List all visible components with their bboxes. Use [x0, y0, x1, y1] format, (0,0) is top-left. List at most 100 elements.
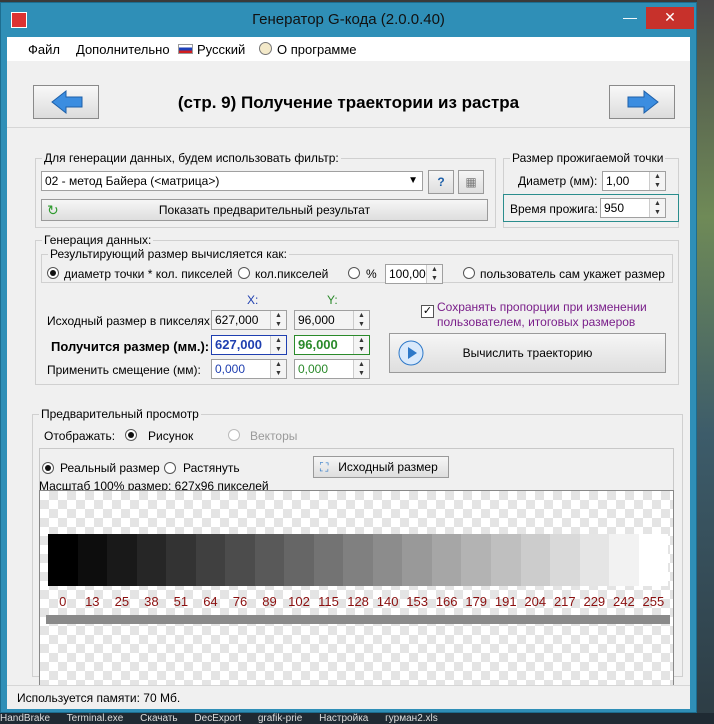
taskbar-item[interactable]: HandBrake — [0, 713, 50, 724]
y-header: Y: — [327, 293, 338, 307]
taskbar-item[interactable]: гурман2.xls — [385, 713, 438, 724]
gray-level-label: 13 — [85, 594, 100, 609]
offset-y-input[interactable]: 0,000 ▲ ▼ — [294, 359, 370, 379]
gray-swatch — [284, 534, 314, 586]
menu-bar: Файл Дополнительно Русский О программе — [7, 37, 690, 61]
opt-percent-label: % — [366, 267, 377, 281]
result-x-input[interactable]: 627,000 ▲ ▼ — [211, 335, 287, 355]
result-x-value: 627,000 — [215, 337, 262, 352]
menu-extra[interactable]: Дополнительно — [76, 42, 170, 57]
generation-legend: Генерация данных: — [44, 233, 152, 247]
spin-buttons[interactable]: ▲ ▼ — [649, 199, 665, 217]
source-size-label: Исходный размер в пикселях: — [47, 314, 214, 328]
diameter-value: 1,00 — [606, 174, 630, 188]
opt-dot-size-label: диаметр точки * кол. пикселей — [64, 267, 233, 281]
spin-buttons[interactable]: ▲ ▼ — [353, 360, 369, 378]
radio-dot-size[interactable] — [47, 267, 59, 279]
spin-buttons[interactable]: ▲ ▼ — [353, 336, 369, 354]
taskbar: HandBrake Terminal.exe Скачать DecExport… — [0, 713, 714, 724]
radio-pixels[interactable] — [238, 267, 250, 279]
preview-bottom-bar — [46, 615, 670, 624]
percent-input[interactable]: 100,00 ▲ ▼ — [385, 264, 443, 284]
preview-result-button[interactable]: ↻ Показать предварительный результат — [41, 199, 488, 221]
page-title: (стр. 9) Получение траектории из растра — [177, 93, 520, 112]
gray-swatch — [48, 534, 78, 586]
x-header: X: — [247, 293, 259, 307]
calculate-trajectory-label: Вычислить траекторию — [462, 346, 593, 360]
radio-vectors — [228, 429, 240, 441]
calc-method-legend: Результирующий размер вычисляется как: — [50, 247, 287, 261]
radio-image[interactable] — [125, 429, 137, 441]
keep-proportions-checkbox[interactable]: ✓ — [421, 305, 434, 318]
gray-swatch — [166, 534, 196, 586]
filter-select[interactable]: 02 - метод Байера (<матрица>) ▼ — [41, 171, 423, 191]
taskbar-item[interactable]: Terminal.exe — [67, 713, 124, 724]
taskbar-item[interactable]: grafik-prie — [258, 713, 302, 724]
result-y-value: 96,000 — [298, 337, 338, 352]
gray-level-label: 229 — [583, 594, 606, 609]
gray-level-label: 255 — [642, 594, 665, 609]
minimize-button[interactable]: — — [617, 7, 643, 29]
taskbar-item[interactable]: Скачать — [140, 713, 178, 724]
opt-pixels-label: кол.пикселей — [255, 267, 329, 281]
taskbar-item[interactable]: Настройка — [319, 713, 368, 724]
spin-buttons[interactable]: ▲ ▼ — [649, 172, 665, 190]
source-size-label: Исходный размер — [338, 460, 438, 474]
gray-level-label: 153 — [406, 594, 428, 609]
radio-real-size[interactable] — [42, 462, 54, 474]
gray-swatch — [431, 534, 462, 586]
gray-swatch — [313, 534, 344, 586]
filter-help-button[interactable]: ? — [428, 170, 454, 194]
radio-percent[interactable] — [348, 267, 360, 279]
offset-x-input[interactable]: 0,000 ▲ ▼ — [211, 359, 287, 379]
result-y-input[interactable]: 96,000 ▲ ▼ — [294, 335, 370, 355]
chevron-down-icon: ▼ — [408, 175, 418, 186]
preview-legend: Предварительный просмотр — [41, 407, 199, 421]
burn-time-label: Время прожига: — [510, 202, 598, 216]
gray-level-label: 242 — [613, 594, 635, 609]
window-title: Генератор G-кода (2.0.0.40) — [252, 11, 445, 28]
radio-user-size[interactable] — [463, 267, 475, 279]
gray-swatch — [107, 534, 137, 586]
filter-settings-button[interactable]: ▦ — [458, 170, 484, 194]
diameter-label: Диаметр (мм): — [518, 174, 598, 188]
spin-buttons[interactable]: ▲ ▼ — [426, 265, 442, 283]
gray-swatch — [490, 534, 521, 586]
grayscale-gradient — [48, 534, 669, 586]
burn-time-input[interactable]: 950 ▲ ▼ — [600, 198, 666, 218]
close-button[interactable]: ✕ — [646, 7, 694, 29]
source-size-button[interactable]: ⛶ Исходный размер — [313, 456, 449, 478]
offset-y-value: 0,000 — [298, 362, 329, 376]
gray-level-label: 0 — [59, 594, 67, 609]
spin-buttons[interactable]: ▲ ▼ — [270, 336, 286, 354]
gray-swatch — [195, 534, 226, 586]
about-icon — [259, 42, 272, 55]
menu-file[interactable]: Файл — [28, 42, 60, 57]
next-button[interactable] — [609, 85, 675, 119]
taskbar-item[interactable]: DecExport — [194, 713, 241, 724]
diameter-input[interactable]: 1,00 ▲ ▼ — [602, 171, 666, 191]
spin-buttons: ▲ ▼ — [353, 311, 369, 329]
gray-swatch — [77, 534, 108, 586]
gray-level-label: 140 — [376, 594, 399, 609]
radio-stretch[interactable] — [164, 462, 176, 474]
opt-image-label: Рисунок — [148, 429, 194, 443]
help-icon: ? — [437, 175, 445, 189]
grayscale-levels: 0 13 25 38 51 64 76 89 102 115 128 140 153 166 179 191 2… — [48, 594, 668, 609]
gray-level-label: 204 — [524, 594, 547, 609]
title-bar: Генератор G-кода (2.0.0.40) — ✕ — [1, 3, 696, 37]
gray-swatch — [372, 534, 403, 586]
menu-about[interactable]: О программе — [277, 42, 357, 57]
opt-user-size-label: пользователь сам укажет размер — [480, 267, 665, 281]
spin-buttons[interactable]: ▲ ▼ — [270, 360, 286, 378]
gray-level-label: 166 — [435, 594, 458, 609]
gray-swatch — [638, 534, 669, 586]
opt-vectors-label: Векторы — [250, 429, 298, 443]
source-y-value: 96,000 — [298, 313, 335, 327]
keep-proportions-label: Сохранять пропорции при изменении пользо… — [437, 300, 647, 329]
dot-size-legend: Размер прожигаемой точки — [512, 151, 664, 165]
opt-real-size-label: Реальный размер — [60, 461, 160, 475]
desktop-background-right — [697, 0, 714, 724]
menu-language[interactable]: Русский — [197, 42, 245, 57]
calculate-trajectory-button[interactable]: Вычислить траекторию — [389, 333, 666, 373]
